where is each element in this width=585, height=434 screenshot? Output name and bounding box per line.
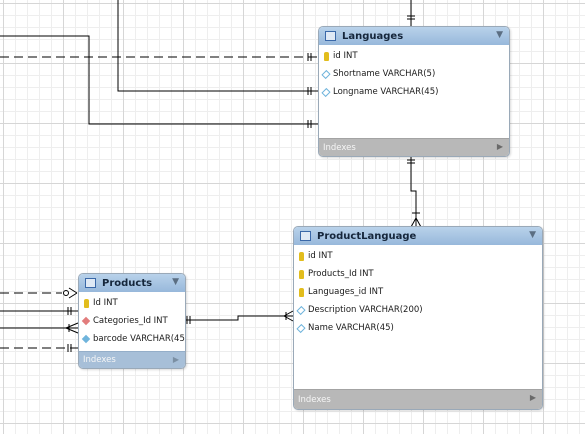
- relationship-line: [0, 35, 318, 125]
- table-column[interactable]: Products_Id INT: [294, 265, 542, 283]
- relationship-line: [184, 315, 293, 321]
- table-icon: [85, 278, 96, 288]
- collapse-arrow-icon[interactable]: ▼: [172, 277, 179, 287]
- table-column[interactable]: Categories_Id INT: [79, 312, 185, 330]
- column-label: id INT: [308, 251, 333, 261]
- primary-key-icon: [298, 269, 304, 279]
- table-title: Languages: [342, 30, 404, 42]
- table-header[interactable]: ProductLanguage ▼: [294, 227, 542, 245]
- table-column[interactable]: Longname VARCHAR(45): [319, 83, 509, 101]
- indexes-label: Indexes: [83, 355, 116, 365]
- products-table[interactable]: Products ▼ Id INT Categories_Id INT barc…: [78, 273, 186, 369]
- primary-key-icon: [298, 287, 304, 297]
- indexes-section[interactable]: Indexes ▶: [294, 389, 542, 409]
- table-icon: [300, 231, 311, 241]
- column-label: Longname VARCHAR(45): [333, 87, 439, 97]
- indexes-section[interactable]: Indexes ▶: [79, 351, 185, 368]
- table-column[interactable]: Description VARCHAR(200): [294, 301, 542, 319]
- primary-key-icon: [298, 251, 304, 261]
- column-label: Shortname VARCHAR(5): [333, 69, 436, 79]
- table-header[interactable]: Products ▼: [79, 274, 185, 292]
- productlanguage-table[interactable]: ProductLanguage ▼ id INT Products_Id INT…: [293, 226, 543, 410]
- languages-table[interactable]: Languages ▼ id INT Shortname VARCHAR(5) …: [318, 26, 510, 157]
- column-icon: [296, 305, 306, 315]
- table-column[interactable]: id INT: [319, 47, 509, 65]
- table-title: Products: [102, 277, 153, 289]
- collapse-arrow-icon[interactable]: ▼: [496, 30, 503, 40]
- column-label: Id INT: [93, 298, 118, 308]
- column-list: id INT Products_Id INT Languages_id INT …: [294, 245, 542, 337]
- column-icon: [296, 323, 306, 333]
- column-label: id INT: [333, 51, 358, 61]
- indexes-label: Indexes: [323, 142, 356, 153]
- table-column[interactable]: Id INT: [79, 294, 185, 312]
- foreign-key-icon: [81, 316, 91, 326]
- table-icon: [325, 31, 336, 41]
- expand-arrow-icon[interactable]: ▶: [497, 142, 503, 151]
- relationship-line: [410, 156, 417, 227]
- indexes-label: Indexes: [298, 394, 331, 405]
- table-column[interactable]: Name VARCHAR(45): [294, 319, 542, 337]
- column-label: Name VARCHAR(45): [308, 323, 394, 333]
- table-column[interactable]: Shortname VARCHAR(5): [319, 65, 509, 83]
- table-column[interactable]: barcode VARCHAR(45): [79, 330, 185, 348]
- column-label: Description VARCHAR(200): [308, 305, 423, 315]
- column-icon: [321, 87, 331, 97]
- column-label: Categories_Id INT: [93, 316, 168, 326]
- table-title: ProductLanguage: [317, 230, 417, 242]
- table-column[interactable]: Languages_id INT: [294, 283, 542, 301]
- column-list: id INT Shortname VARCHAR(5) Longname VAR…: [319, 45, 509, 101]
- column-icon: [321, 69, 331, 79]
- collapse-arrow-icon[interactable]: ▼: [529, 230, 536, 240]
- table-column[interactable]: id INT: [294, 247, 542, 265]
- indexes-section[interactable]: Indexes ▶: [319, 138, 509, 156]
- table-header[interactable]: Languages ▼: [319, 27, 509, 45]
- relationship-line: [117, 0, 318, 92]
- expand-arrow-icon[interactable]: ▶: [173, 355, 179, 364]
- primary-key-icon: [323, 51, 329, 61]
- column-list: Id INT Categories_Id INT barcode VARCHAR…: [79, 292, 185, 348]
- expand-arrow-icon[interactable]: ▶: [530, 393, 536, 402]
- indexed-column-icon: [81, 334, 91, 344]
- column-label: Languages_id INT: [308, 287, 384, 297]
- column-label: Products_Id INT: [308, 269, 374, 279]
- primary-key-icon: [83, 298, 89, 308]
- column-label: barcode VARCHAR(45): [93, 334, 186, 344]
